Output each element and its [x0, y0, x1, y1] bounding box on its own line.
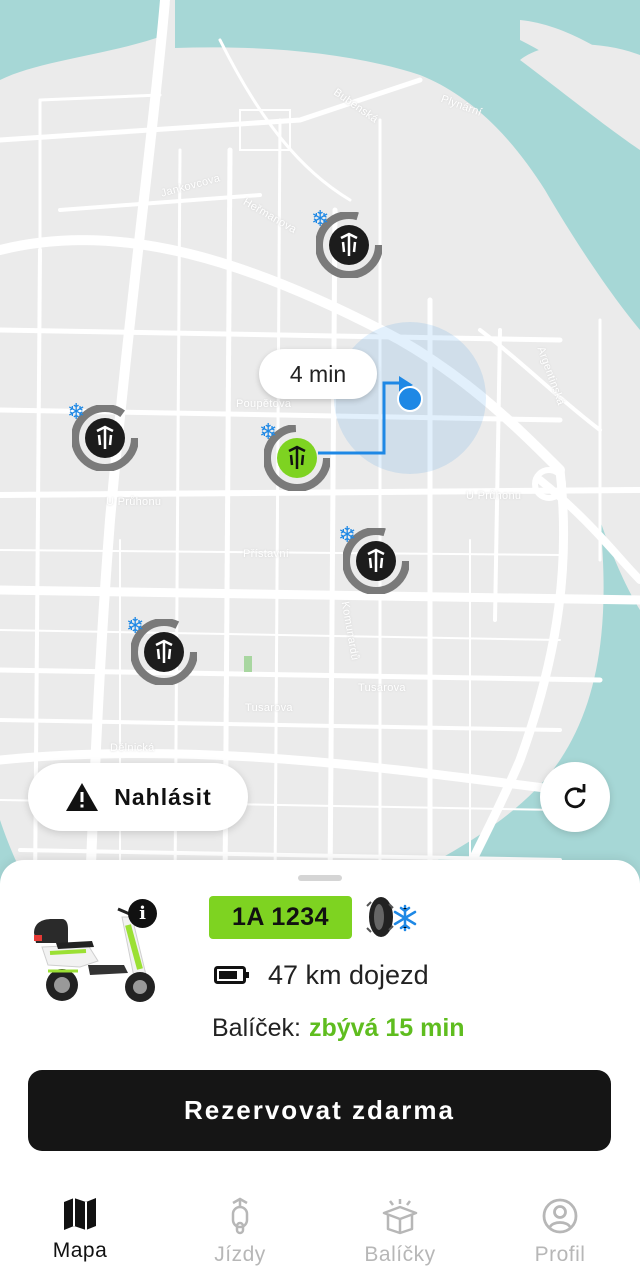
winter-tire-icon: [366, 897, 417, 937]
sheet-drag-handle[interactable]: [298, 875, 342, 881]
street-label: U Průhonu: [466, 490, 522, 502]
package-label: Balíček:: [212, 1013, 301, 1042]
street-label: Přístavní: [243, 548, 290, 560]
license-plate-badge: 1A 1234: [209, 896, 352, 939]
street-label: Dělnická: [110, 742, 155, 754]
battery-icon: [214, 966, 249, 984]
package-icon: [382, 1199, 418, 1235]
nav-item-profile[interactable]: Profil: [480, 1185, 640, 1280]
scooter-marker[interactable]: ❄: [67, 401, 138, 471]
refresh-button[interactable]: [540, 762, 610, 832]
nav-item-rides[interactable]: Jízdy: [160, 1185, 320, 1280]
nav-item-packages[interactable]: Balíčky: [320, 1185, 480, 1280]
warning-icon: [66, 783, 99, 811]
scooter-icon: [231, 1197, 249, 1235]
street-label: Poupětova: [236, 398, 292, 410]
snowflake-icon: ❄: [67, 399, 86, 424]
nav-item-label: Jízdy: [214, 1243, 266, 1266]
street-label: Tusarova: [245, 702, 293, 714]
snowflake-icon: ❄: [338, 522, 357, 547]
range-label: 47 km dojezd: [268, 959, 429, 990]
bottom-navigation: Mapa Jízdy Balíčky Profil: [0, 1185, 640, 1280]
package-remaining: zbývá 15 min: [308, 1013, 465, 1042]
reserve-button[interactable]: Rezervovat zdarma: [28, 1070, 611, 1151]
snowflake-icon: ❄: [126, 613, 145, 638]
street-label: Tusarova: [358, 682, 406, 694]
scooter-marker[interactable]: ❄: [126, 615, 197, 685]
profile-icon: [542, 1198, 578, 1234]
nav-item-label: Mapa: [52, 1239, 108, 1262]
package-row: Balíček: zbývá 15 min: [212, 1010, 465, 1046]
map-view[interactable]: Bubenská Jankovcova Heřmanova Poupětova …: [0, 0, 640, 890]
refresh-icon: [564, 784, 586, 809]
scooter-marker[interactable]: ❄: [338, 524, 409, 594]
vehicle-bottom-sheet: i 1A 1234 47 km dojezd Balíček: zbývá 15…: [0, 860, 640, 1280]
nav-item-map[interactable]: Mapa: [0, 1185, 160, 1280]
report-button-label: Nahlásit: [114, 783, 212, 810]
vehicle-info-icon[interactable]: i: [128, 899, 157, 928]
walking-eta-bubble: 4 min: [259, 349, 377, 399]
snowflake-icon: ❄: [311, 206, 330, 231]
nav-item-label: Balíčky: [364, 1243, 436, 1266]
scooter-marker[interactable]: ❄: [311, 208, 382, 278]
street-label: U Průhonu: [106, 496, 162, 508]
nav-item-label: Profil: [534, 1243, 586, 1266]
scooter-marker-selected[interactable]: ❄: [259, 421, 330, 491]
map-icon: [64, 1198, 96, 1230]
report-button[interactable]: Nahlásit: [28, 763, 248, 831]
range-row: 47 km dojezd: [214, 955, 429, 995]
snowflake-icon: ❄: [259, 419, 278, 444]
